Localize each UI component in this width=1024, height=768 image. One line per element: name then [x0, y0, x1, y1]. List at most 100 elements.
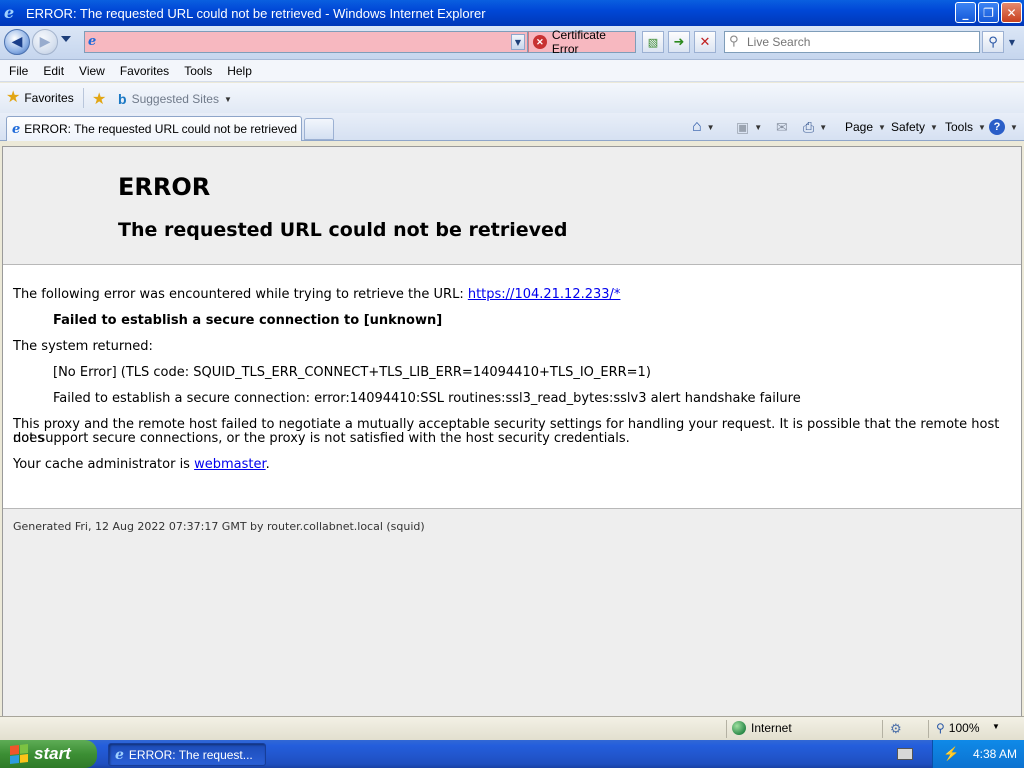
menu-view[interactable]: View [73, 64, 111, 78]
suggested-sites-label: Suggested Sites [131, 92, 219, 106]
forward-button[interactable]: ▶ [32, 29, 58, 55]
intro-paragraph: The following error was encountered whil… [13, 288, 620, 302]
back-button[interactable]: ◀ [4, 29, 30, 55]
chevron-down-icon: ▼ [1010, 122, 1018, 132]
search-button[interactable]: ⚲ [982, 31, 1004, 53]
admin-text: Your cache administrator is [13, 457, 195, 472]
certificate-error-button[interactable]: ✕ Certificate Error [528, 28, 636, 56]
address-field[interactable]: e ▼ [84, 31, 528, 53]
stop-icon: ✕ [699, 34, 711, 50]
menu-favorites[interactable]: Favorites [114, 64, 175, 78]
title-bar: e ERROR: The requested URL could not be … [0, 0, 1024, 26]
tools-menu-button[interactable]: Tools ▼ [945, 118, 986, 136]
page-menu-label: Page [845, 120, 874, 134]
tab-label: ERROR: The requested URL could not be re… [24, 122, 298, 136]
webmaster-link[interactable]: webmaster [194, 457, 266, 472]
rss-icon: ▣ [736, 118, 750, 135]
favorites-button[interactable]: ★ Favorites [6, 90, 74, 106]
close-button[interactable]: ✕ [1001, 2, 1022, 23]
zone-label: Internet [751, 721, 792, 735]
status-divider [882, 720, 883, 738]
feeds-button[interactable]: ▣ ▼ [736, 118, 762, 136]
back-arrow-icon: ◀ [11, 34, 23, 50]
requested-url-link[interactable]: https://104.21.12.233/* [468, 287, 621, 302]
start-button[interactable]: start [0, 740, 97, 768]
footer-divider [3, 508, 1021, 509]
page-content: ERROR The requested URL could not be ret… [2, 146, 1022, 716]
search-field[interactable]: ⚲ [724, 31, 980, 53]
chevron-down-icon: ▼ [930, 122, 938, 132]
minimize-button[interactable]: _ [955, 2, 976, 23]
stop-button[interactable]: ✕ [694, 31, 716, 53]
menu-tools[interactable]: Tools [178, 64, 218, 78]
print-button[interactable]: ⎙ ▼ [803, 118, 827, 136]
chevron-down-icon: ▼ [978, 122, 986, 132]
chevron-down-icon: ▼ [878, 122, 886, 132]
taskbar: start e ERROR: The request... ⚡ 4:38 AM [0, 740, 1024, 768]
window-controls: _ ❐ ✕ [955, 2, 1022, 23]
chevron-down-icon: ▼ [754, 122, 763, 132]
home-button[interactable]: ⌂ ▼ [692, 118, 715, 136]
menu-bar: File Edit View Favorites Tools Help [0, 60, 1024, 82]
admin-suffix: . [265, 457, 270, 472]
go-arrow-icon: ➜ [673, 34, 685, 50]
url-input[interactable] [107, 34, 507, 50]
ssl-error-text: Failed to establish a secure connection:… [53, 391, 801, 406]
status-divider [928, 720, 929, 738]
address-dropdown-button[interactable]: ▼ [511, 34, 525, 50]
protected-mode-icon[interactable]: ⚙ [890, 721, 902, 737]
certificate-error-label: Certificate Error [551, 28, 606, 56]
favorites-separator [83, 88, 84, 108]
menu-file[interactable]: File [3, 64, 34, 78]
security-zone[interactable]: Internet [732, 721, 792, 735]
tools-menu-label: Tools [945, 120, 974, 134]
recent-pages-dropdown[interactable] [61, 36, 71, 42]
page-icon: e [88, 34, 97, 49]
keyboard-icon[interactable] [897, 748, 913, 760]
page-subheading: The requested URL could not be retrieved [118, 219, 568, 241]
suggested-sites-button[interactable]: b Suggested Sites ▼ [118, 91, 232, 107]
safety-menu-button[interactable]: Safety ▼ [891, 118, 938, 136]
compatibility-view-button[interactable]: ▧ [642, 31, 664, 53]
network-icon[interactable]: ⚡ [943, 746, 959, 762]
windows-flag-icon [10, 744, 28, 764]
chevron-down-icon: ▼ [706, 122, 715, 132]
window-title: ERROR: The requested URL could not be re… [26, 5, 486, 21]
ie-logo-icon: e [115, 746, 124, 763]
home-icon: ⌂ [692, 118, 702, 135]
certificate-error-icon: ✕ [533, 35, 547, 49]
menu-help[interactable]: Help [221, 64, 258, 78]
zoom-control[interactable]: ⚲ 100% [936, 721, 980, 735]
ie-page-icon: e [12, 121, 21, 137]
safety-menu-label: Safety [891, 120, 926, 134]
favorites-bar: ★ Favorites ★ b Suggested Sites ▼ [0, 83, 1024, 113]
system-returned-label: The system returned: [13, 339, 153, 354]
system-tray: ⚡ 4:38 AM [932, 740, 1024, 768]
taskbar-item-label: ERROR: The request... [128, 747, 253, 762]
generated-footer: Generated Fri, 12 Aug 2022 07:37:17 GMT … [13, 520, 425, 533]
zoom-dropdown[interactable]: ▼ [992, 722, 1000, 731]
intro-text: The following error was encountered whil… [13, 287, 468, 302]
help-icon: ? [989, 119, 1005, 135]
add-to-favorites-bar-icon[interactable]: ★ [92, 89, 106, 109]
maximize-button[interactable]: ❐ [978, 2, 999, 23]
go-button[interactable]: ➜ [668, 31, 690, 53]
status-bar: Internet ⚙ ⚲ 100% ▼ [0, 716, 1024, 740]
read-mail-button[interactable]: ✉ [776, 118, 788, 136]
search-input[interactable] [747, 35, 967, 49]
tls-code-text: [No Error] (TLS code: SQUID_TLS_ERR_CONN… [53, 365, 651, 380]
forward-arrow-icon: ▶ [39, 34, 51, 50]
new-tab-button[interactable] [304, 118, 334, 140]
help-menu-button[interactable]: ? ▼ [989, 118, 1018, 136]
search-options-dropdown[interactable]: ▼ [1006, 31, 1018, 53]
explanation-line-2: not support secure connections, or the p… [13, 431, 630, 446]
tab-current[interactable]: e ERROR: The requested URL could not be … [6, 116, 302, 141]
error-body: The following error was encountered whil… [3, 265, 1021, 508]
page-menu-button[interactable]: Page ▼ [845, 118, 886, 136]
menu-edit[interactable]: Edit [37, 64, 70, 78]
chevron-down-icon: ▼ [223, 94, 232, 104]
page-heading: ERROR [118, 173, 211, 201]
favorites-label: Favorites [24, 91, 74, 105]
status-divider [726, 720, 727, 738]
taskbar-item-ie[interactable]: e ERROR: The request... [108, 743, 266, 766]
